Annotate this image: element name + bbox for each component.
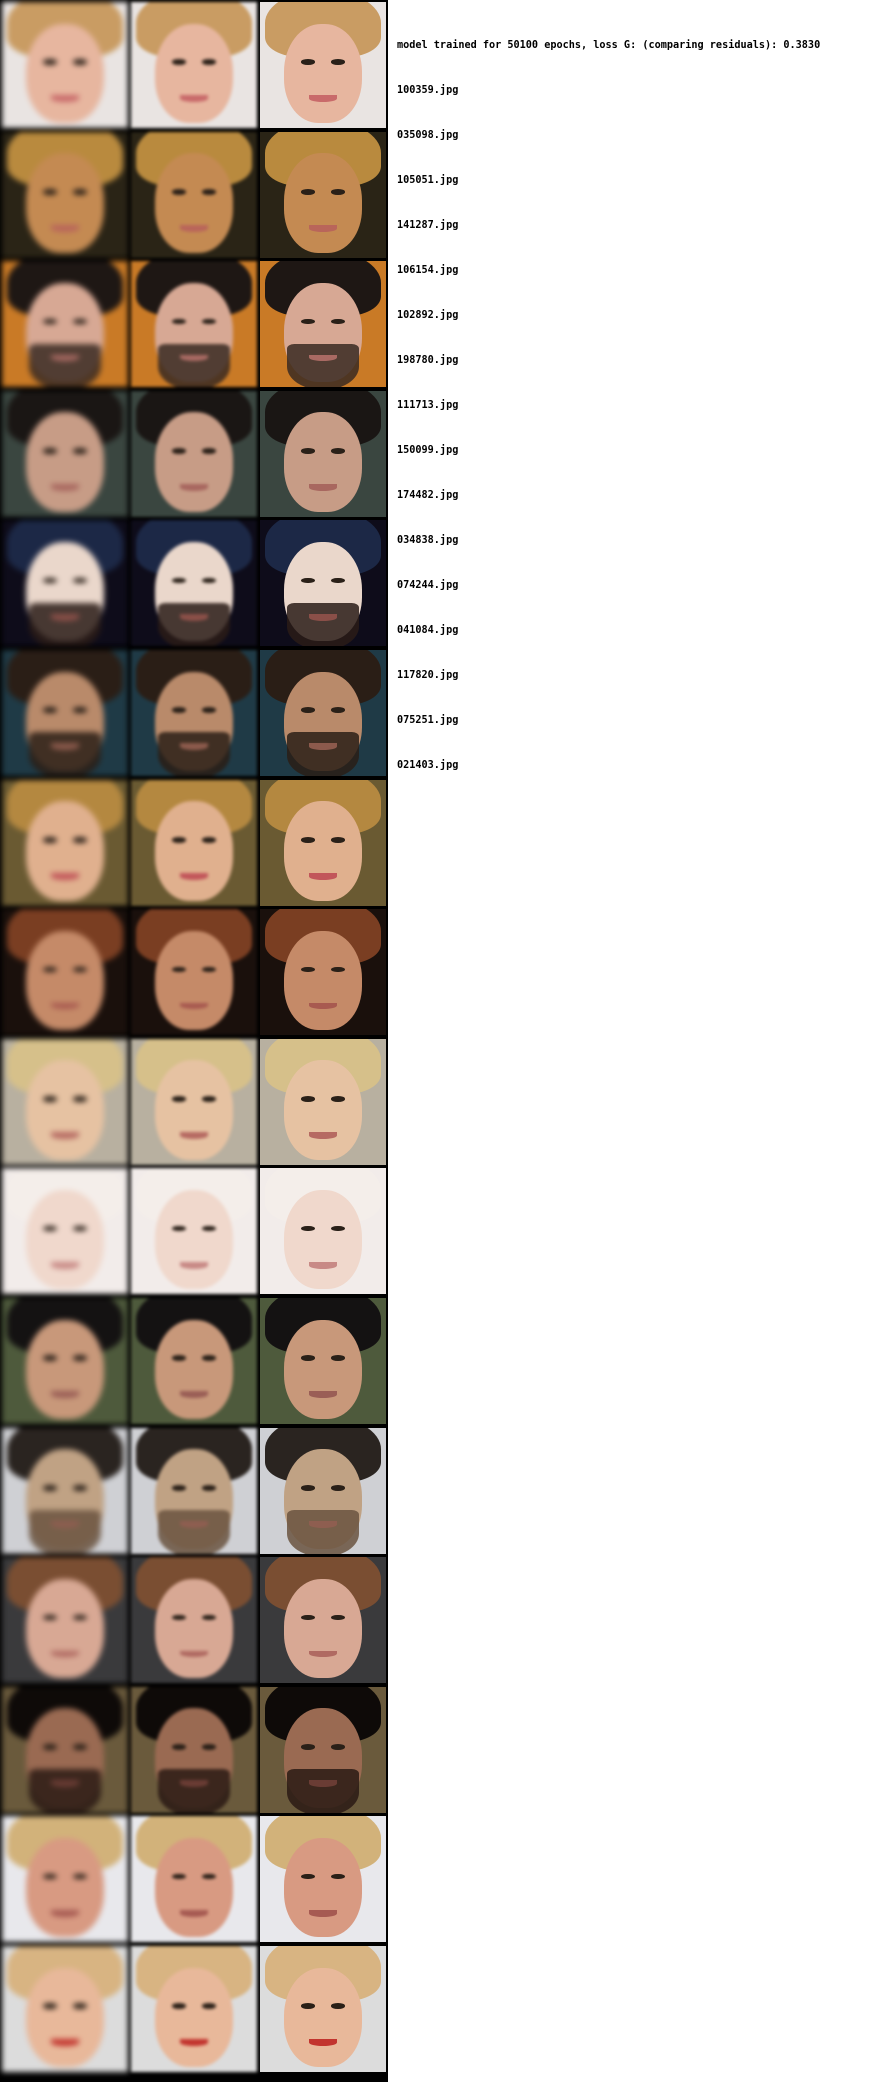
blurry-input-image bbox=[2, 131, 128, 258]
reconstructed-image bbox=[131, 390, 257, 517]
reconstructed-image bbox=[131, 1298, 257, 1424]
target-image bbox=[260, 1168, 386, 1295]
file-name-line: 041084.jpg bbox=[397, 625, 459, 636]
blurry-input-image bbox=[2, 1816, 128, 1943]
file-name-line: 034838.jpg bbox=[397, 535, 459, 546]
target-image bbox=[260, 2, 386, 128]
face-row bbox=[0, 648, 388, 776]
face-row bbox=[0, 1555, 388, 1684]
blurry-input-image bbox=[2, 650, 128, 776]
target-image bbox=[260, 1557, 386, 1684]
reconstructed-image bbox=[131, 1946, 257, 2072]
file-name-line: 106154.jpg bbox=[397, 265, 459, 276]
file-name-line: 035098.jpg bbox=[397, 130, 459, 141]
reconstructed-image bbox=[131, 779, 257, 906]
blurry-input-image bbox=[2, 1427, 128, 1554]
target-image bbox=[260, 779, 386, 906]
target-image bbox=[260, 1816, 386, 1943]
target-image bbox=[260, 1946, 386, 2072]
file-name-line: 075251.jpg bbox=[397, 715, 459, 726]
blurry-input-image bbox=[2, 261, 128, 388]
target-image bbox=[260, 390, 386, 517]
blurry-input-image bbox=[2, 1946, 128, 2072]
file-name-line: 141287.jpg bbox=[397, 220, 459, 231]
blurry-input-image bbox=[2, 1686, 128, 1813]
target-image bbox=[260, 650, 386, 776]
face-row bbox=[0, 778, 388, 906]
reconstructed-image bbox=[131, 1686, 257, 1813]
target-image bbox=[260, 1298, 386, 1424]
file-name-line: 105051.jpg bbox=[397, 175, 459, 186]
training-log: model trained for 50100 epochs, loss G: … bbox=[397, 8, 820, 788]
face-row bbox=[0, 1685, 388, 1813]
target-image bbox=[260, 1686, 386, 1813]
target-image bbox=[260, 261, 386, 388]
face-row bbox=[0, 0, 388, 128]
file-name-line: 174482.jpg bbox=[397, 490, 459, 501]
file-name-line: 021403.jpg bbox=[397, 760, 459, 771]
face-row bbox=[0, 1944, 388, 2072]
face-row bbox=[0, 1166, 388, 1295]
reconstructed-image bbox=[131, 520, 257, 647]
reconstructed-image bbox=[131, 1168, 257, 1295]
file-name-line: 111713.jpg bbox=[397, 400, 459, 411]
file-name-line: 198780.jpg bbox=[397, 355, 459, 366]
reconstructed-image bbox=[131, 1816, 257, 1943]
blurry-input-image bbox=[2, 779, 128, 906]
face-row bbox=[0, 1426, 388, 1554]
target-image bbox=[260, 131, 386, 258]
file-name-line: 150099.jpg bbox=[397, 445, 459, 456]
target-image bbox=[260, 1427, 386, 1554]
reconstructed-image bbox=[131, 131, 257, 258]
file-name-line: 074244.jpg bbox=[397, 580, 459, 591]
face-row bbox=[0, 1296, 388, 1424]
blurry-input-image bbox=[2, 1168, 128, 1295]
blurry-input-image bbox=[2, 2, 128, 128]
reconstructed-image bbox=[131, 1427, 257, 1554]
face-row bbox=[0, 130, 388, 258]
file-name-line: 100359.jpg bbox=[397, 85, 459, 96]
target-image bbox=[260, 1038, 386, 1165]
reconstructed-image bbox=[131, 1557, 257, 1684]
target-image bbox=[260, 909, 386, 1036]
reconstructed-image bbox=[131, 1038, 257, 1165]
face-row bbox=[0, 1814, 388, 1943]
face-row bbox=[0, 259, 388, 388]
file-name-line: 102892.jpg bbox=[397, 310, 459, 321]
face-row bbox=[0, 389, 388, 517]
reconstructed-image bbox=[131, 2, 257, 128]
blurry-input-image bbox=[2, 1038, 128, 1165]
blurry-input-image bbox=[2, 1298, 128, 1424]
reconstructed-image bbox=[131, 261, 257, 388]
reconstructed-image bbox=[131, 650, 257, 776]
face-row bbox=[0, 907, 388, 1036]
blurry-input-image bbox=[2, 1557, 128, 1684]
face-row bbox=[0, 518, 388, 647]
blurry-input-image bbox=[2, 390, 128, 517]
blurry-input-image bbox=[2, 909, 128, 1036]
target-image bbox=[260, 520, 386, 647]
face-comparison-grid bbox=[0, 0, 388, 2082]
face-row bbox=[0, 1037, 388, 1165]
reconstructed-image bbox=[131, 909, 257, 1036]
file-name-line: 117820.jpg bbox=[397, 670, 459, 681]
training-status-line: model trained for 50100 epochs, loss G: … bbox=[397, 40, 821, 51]
blurry-input-image bbox=[2, 520, 128, 647]
